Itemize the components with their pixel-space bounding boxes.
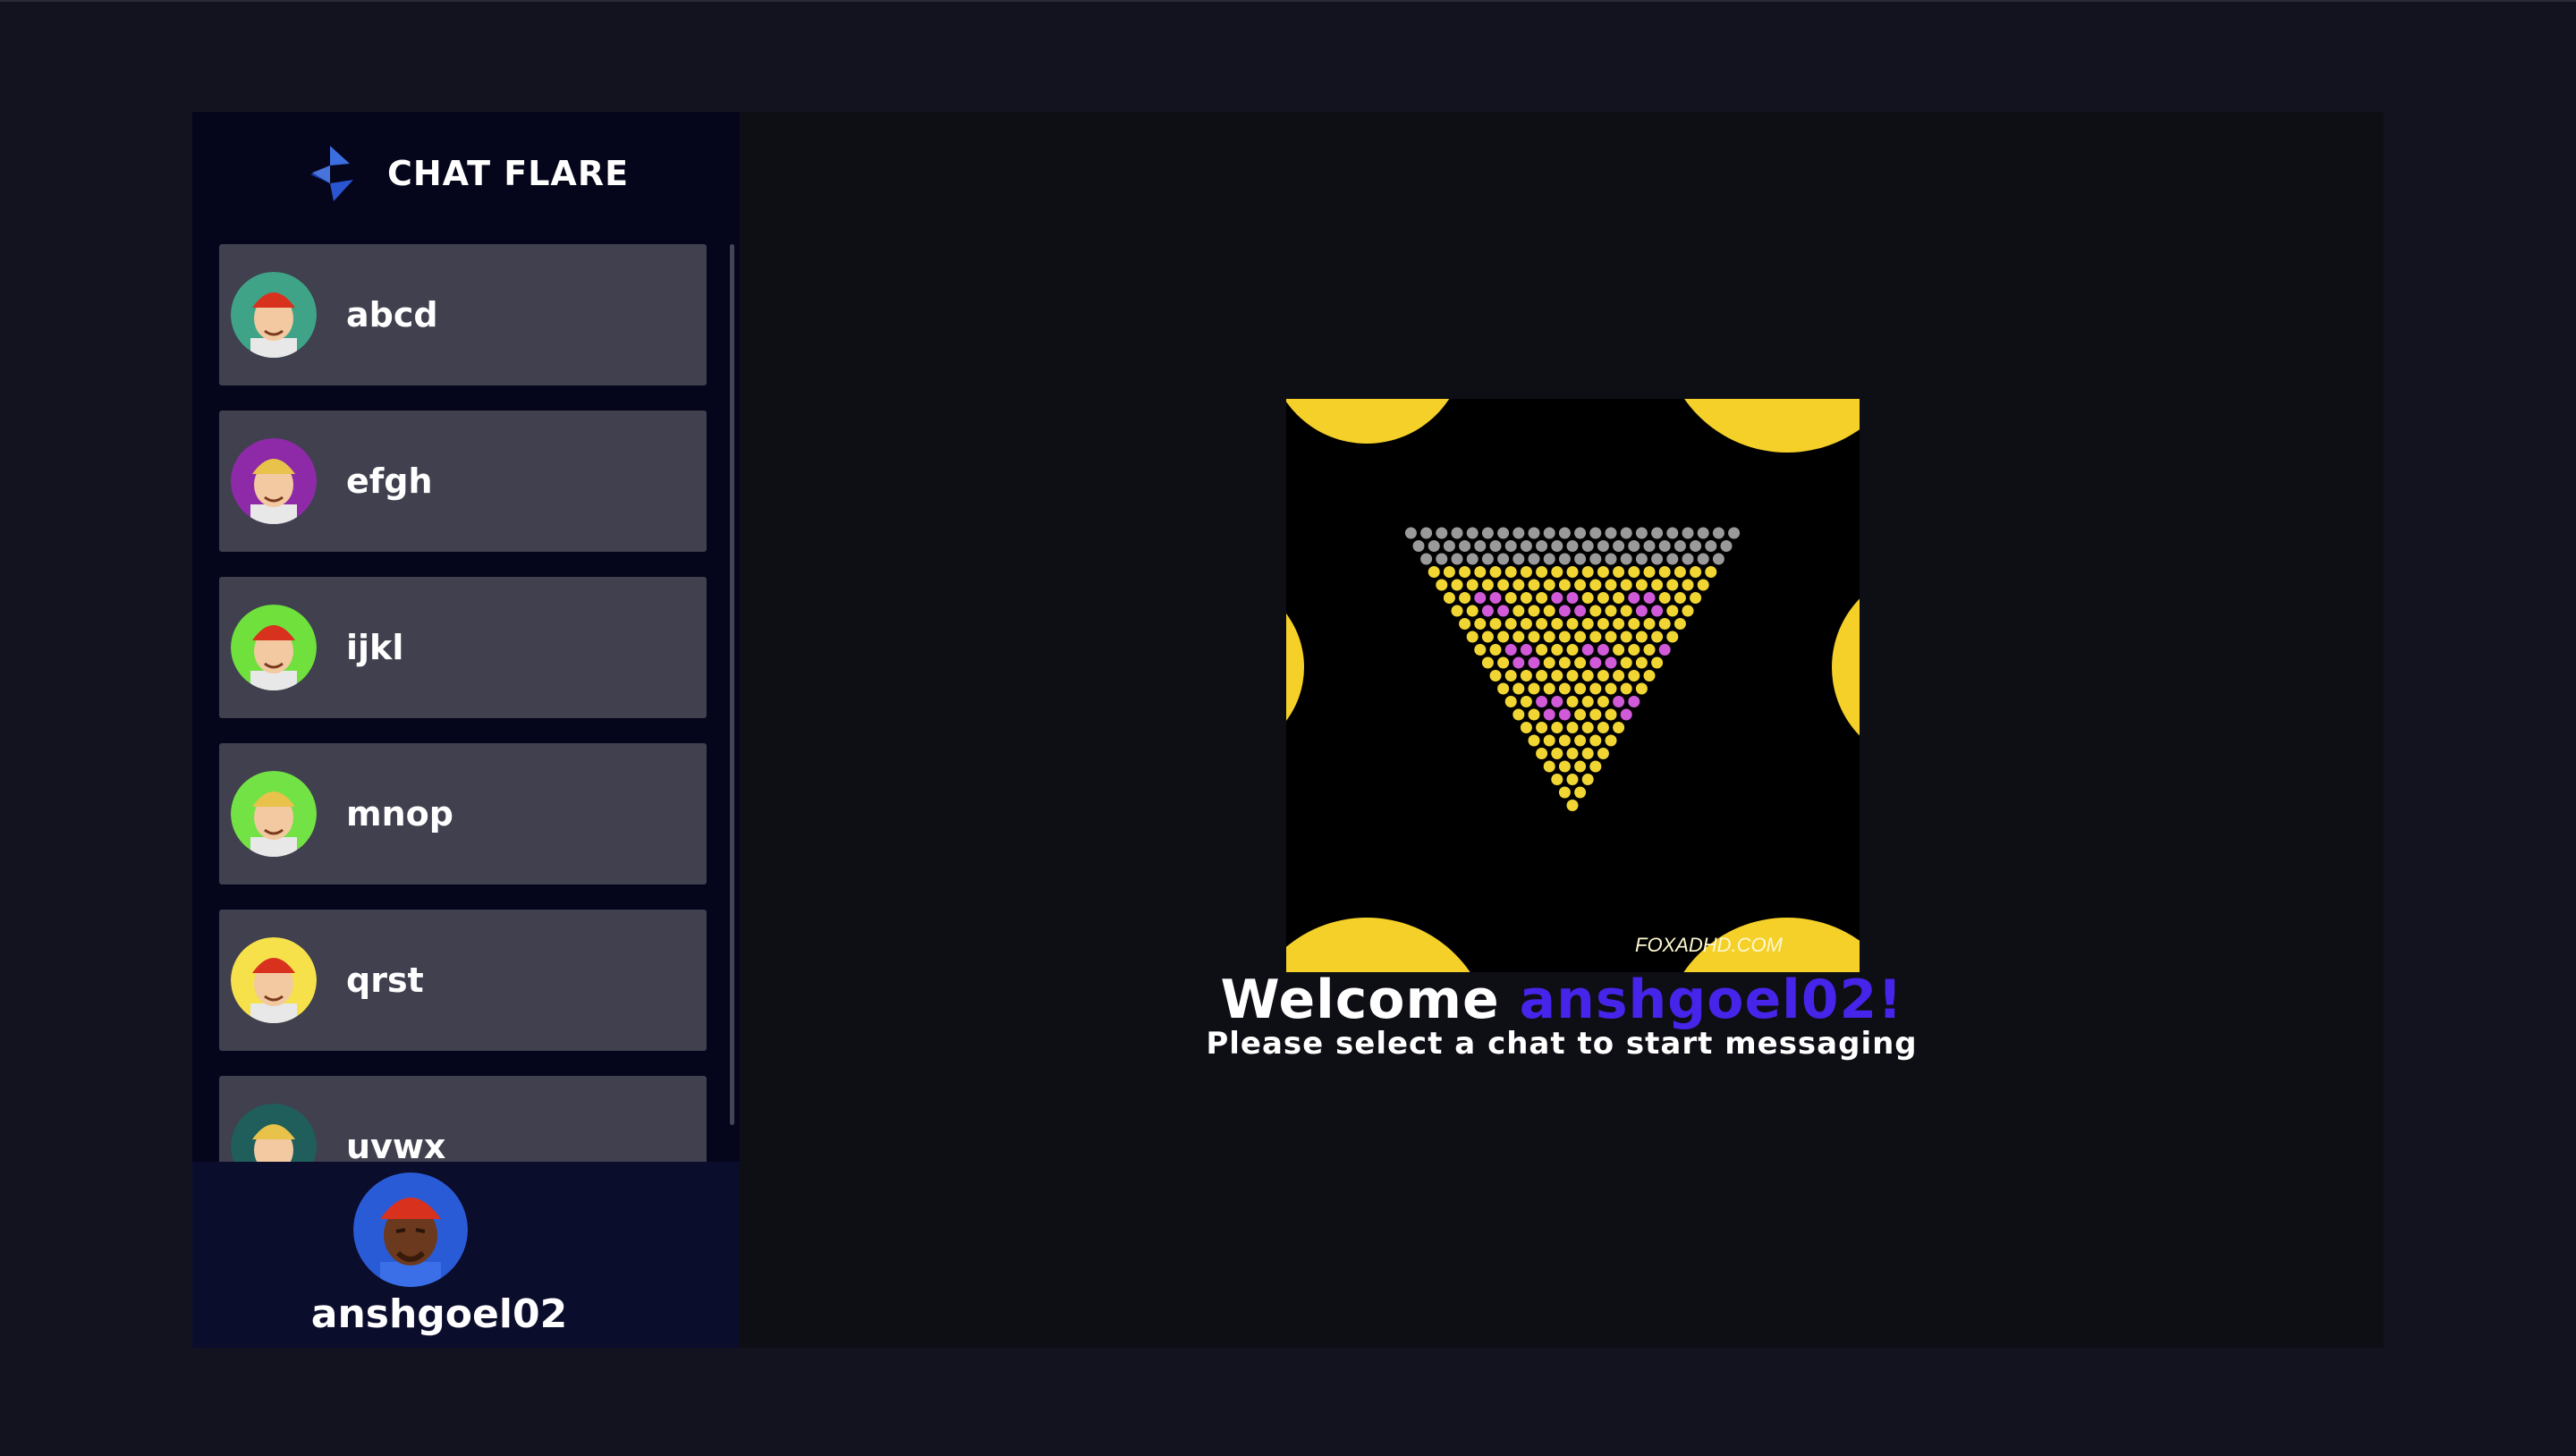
chat-item-name: qrst [346,961,424,1000]
chat-list-scrollbar[interactable] [730,244,734,1125]
chat-item-name: uvwx [346,1127,446,1166]
welcome-heading: Welcome anshgoel02! [740,970,2384,1029]
welcome-subtitle: Please select a chat to start messaging [1206,1026,1918,1062]
chat-item-name: abcd [346,295,438,334]
app-title: CHAT FLARE [386,154,630,193]
chat-item-efgh[interactable]: efgh [219,411,707,552]
main-panel: FOXADHD.COM Welcome anshgoel02! Please s… [740,112,2384,1348]
watermark: FOXADHD.COM [1635,934,1784,956]
avatar-red-hair-beard-icon [231,605,317,690]
current-username: anshgoel02 [310,1291,568,1337]
chat-list[interactable]: abcd efgh ijkl mnop qrst uvwx [192,235,740,1273]
avatar-dreadlocks-icon [231,438,317,524]
brand-header: CHAT FLARE [192,112,740,235]
app-window: CHAT FLARE abcd efgh ijkl mnop qrst uvwx ansh… [192,112,2384,1348]
chat-item-name: ijkl [346,628,404,667]
chat-item-abcd[interactable]: abcd [219,244,707,385]
emoji-pyramid [1404,527,1741,811]
diamond-flare-icon [309,146,353,201]
avatar-red-hat-icon[interactable] [353,1172,468,1287]
current-user-panel: anshgoel02 [192,1162,740,1348]
sidebar: CHAT FLARE abcd efgh ijkl mnop qrst uvwx ansh… [192,112,740,1348]
avatar-beanie-icon [231,771,317,857]
avatar-red-hair-sunglasses-icon [231,272,317,358]
welcome-greeting: Welcome [1220,969,1500,1031]
chat-item-mnop[interactable]: mnop [219,743,707,885]
emoji-pyramid-gif: FOXADHD.COM [1286,399,1860,972]
chat-item-ijkl[interactable]: ijkl [219,577,707,718]
chat-item-qrst[interactable]: qrst [219,910,707,1051]
avatar-blonde-mask-icon [231,937,317,1023]
chat-item-name: mnop [346,794,453,834]
chat-item-name: efgh [346,461,433,501]
welcome-username: anshgoel02! [1519,969,1903,1031]
